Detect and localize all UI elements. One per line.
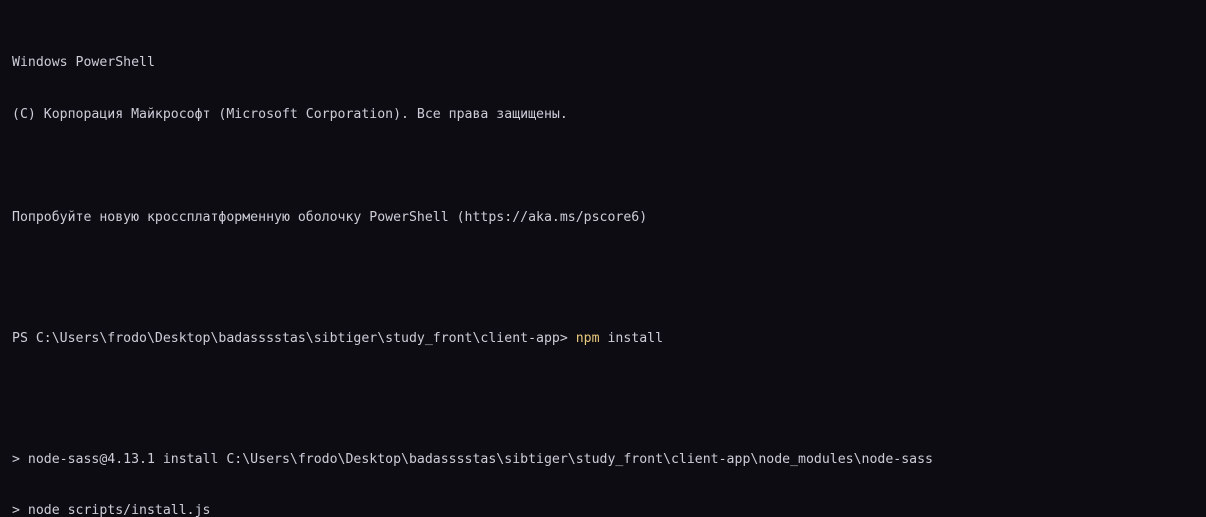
node-install-script-line: > node scripts/install.js — [12, 503, 211, 517]
powershell-terminal[interactable]: Windows PowerShell (C) Корпорация Майкро… — [0, 0, 1206, 517]
terminal-screen-buffer[interactable]: Windows PowerShell (C) Корпорация Майкро… — [12, 2, 1206, 517]
copyright-line: (C) Корпорация Майкрософт (Microsoft Cor… — [12, 106, 568, 122]
pscore6-suggestion-line: Попробуйте новую кроссплатформенную обол… — [12, 210, 648, 225]
command-keyword: npm — [575, 330, 600, 346]
command-arguments: install — [599, 330, 664, 346]
shell-title-line: Windows PowerShell — [12, 54, 155, 70]
prompt-path: PS C:\Users\frodo\Desktop\badasssstas\si… — [12, 330, 576, 346]
nodesass-install-line: > node-sass@4.13.1 install C:\Users\frod… — [12, 451, 933, 467]
prompt-command-line[interactable]: PS C:\Users\frodo\Desktop\badasssstas\si… — [12, 330, 1206, 347]
